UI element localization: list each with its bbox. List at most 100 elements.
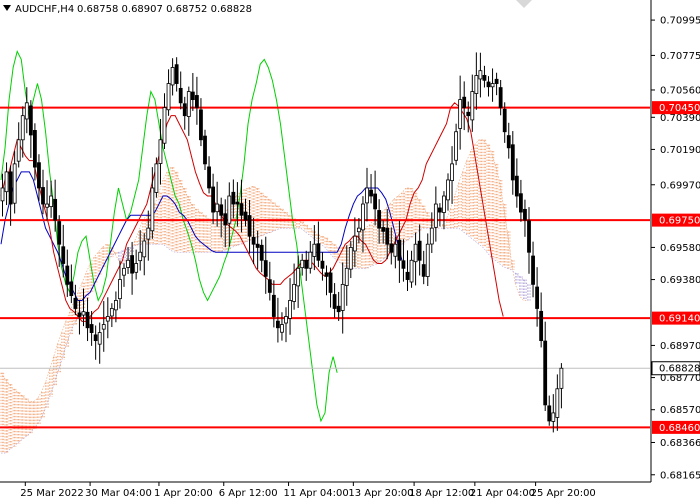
level-price-label: 0.69750 — [659, 216, 700, 227]
candle-body — [296, 267, 301, 287]
candle-body — [178, 87, 183, 104]
price-tick-label: 0.68970 — [660, 341, 700, 352]
time-tick-label: 11 Apr 04:00 — [284, 488, 349, 499]
triangle-down-icon[interactable] — [3, 5, 11, 11]
candle-body — [280, 324, 284, 333]
price-tick-label: 0.69970 — [660, 180, 700, 191]
candle-body — [474, 75, 479, 94]
price-tick-label: 0.70995 — [660, 16, 700, 27]
candle-body — [458, 99, 463, 129]
candle-body — [89, 324, 94, 333]
price-tick-label: 0.70190 — [660, 145, 700, 156]
candle-body — [559, 367, 564, 389]
price-chart[interactable]: 0.70995 0.70775 0.70560 0.70390 0.70190 0.699… — [0, 0, 700, 500]
time-axis: 25 Mar 2022 30 Mar 04:00 1 Apr 20:00 6 Apr … — [0, 481, 651, 499]
candle-body — [223, 213, 228, 226]
chart-ohlc: 0.68758 0.68907 0.68752 0.68828 — [77, 4, 252, 15]
candle-body — [308, 251, 313, 269]
chart-area[interactable]: 0.70995 0.70775 0.70560 0.70390 0.70190 0.699… — [0, 0, 700, 500]
one-click-trading-icon[interactable] — [516, 0, 532, 8]
candle-body — [498, 87, 503, 109]
time-tick-label: 6 Apr 12:00 — [219, 488, 278, 499]
candle-body — [37, 162, 41, 189]
bid-price-label: 0.68828 — [659, 364, 700, 375]
candle-body — [53, 198, 58, 221]
candle-body — [114, 300, 118, 311]
candle-body — [247, 215, 252, 237]
candle-body — [109, 308, 114, 317]
candle-body — [150, 187, 155, 232]
candle-body — [312, 243, 317, 257]
candle-body — [16, 139, 21, 162]
candle-body — [20, 115, 25, 141]
candle-body — [409, 259, 414, 283]
candle-body — [502, 108, 507, 133]
time-tick-label: 25 Mar 2022 — [20, 488, 83, 499]
candle-body — [490, 83, 495, 88]
level-price-label: 0.68460 — [659, 423, 700, 434]
candle-body — [73, 297, 78, 309]
candle-body — [381, 227, 386, 232]
candle-body — [369, 189, 373, 197]
candle-body — [551, 412, 556, 422]
candle-body — [389, 243, 394, 253]
candle-body — [203, 135, 207, 165]
candle-body — [482, 74, 487, 81]
price-tick-label: 0.69580 — [660, 243, 700, 254]
candle-body — [494, 78, 499, 84]
candle-body — [69, 281, 74, 297]
price-tick-label: 0.70560 — [660, 85, 700, 96]
candle-body — [12, 163, 17, 204]
candle-body — [158, 139, 163, 164]
time-tick-label: 21 Apr 04:00 — [470, 488, 535, 499]
candle-body — [446, 179, 450, 201]
price-tick-label: 0.70775 — [660, 51, 700, 62]
candle-body — [275, 320, 280, 329]
price-tick-label: 0.69380 — [660, 275, 700, 286]
candle-body — [417, 240, 422, 261]
candle-body — [356, 227, 361, 233]
candle-body — [122, 267, 126, 276]
candle-body — [28, 105, 33, 136]
price-tick-label: 0.68165 — [660, 470, 700, 481]
candle-body — [527, 220, 531, 253]
candle-body — [373, 193, 378, 210]
candle-body — [182, 103, 187, 117]
candle-body — [324, 272, 329, 277]
candle-body — [235, 201, 240, 205]
price-tick-label: 0.70390 — [660, 113, 700, 124]
candle-body — [174, 64, 179, 84]
candle-body — [77, 312, 82, 317]
candle-body — [304, 260, 309, 269]
candle-body — [4, 171, 9, 193]
candle-body — [45, 203, 49, 208]
candle-body — [413, 243, 418, 263]
price-axis: 0.70995 0.70775 0.70560 0.70390 0.70190 0.699… — [650, 0, 700, 500]
candle-body — [450, 163, 454, 181]
candle-body — [41, 187, 45, 205]
chart-header: AUDCHF,H4 0.68758 0.68907 0.68752 0.6882… — [3, 4, 252, 15]
candle-body — [97, 332, 102, 345]
candle-body — [267, 279, 272, 293]
candle-body — [539, 310, 544, 342]
candle-body — [454, 131, 459, 161]
candle-body — [105, 316, 110, 322]
price-tick-label: 0.68366 — [660, 438, 700, 449]
time-tick-label: 13 Apr 20:00 — [348, 488, 413, 499]
candle-body — [332, 294, 337, 309]
candle-body — [433, 203, 438, 228]
chart-symbol: AUDCHF,H4 — [15, 4, 74, 15]
candle-body — [340, 283, 345, 311]
candle-body — [24, 102, 29, 120]
candle-body — [81, 311, 86, 316]
candle-body — [0, 187, 5, 202]
candle-body — [336, 305, 341, 313]
candle-body — [365, 187, 369, 204]
candle-body — [215, 203, 220, 213]
candle-body — [166, 83, 171, 111]
candle-body — [437, 207, 442, 213]
candle-body — [442, 195, 446, 213]
candle-body — [361, 203, 365, 231]
candle-body — [138, 251, 143, 262]
candle-body — [328, 272, 333, 293]
